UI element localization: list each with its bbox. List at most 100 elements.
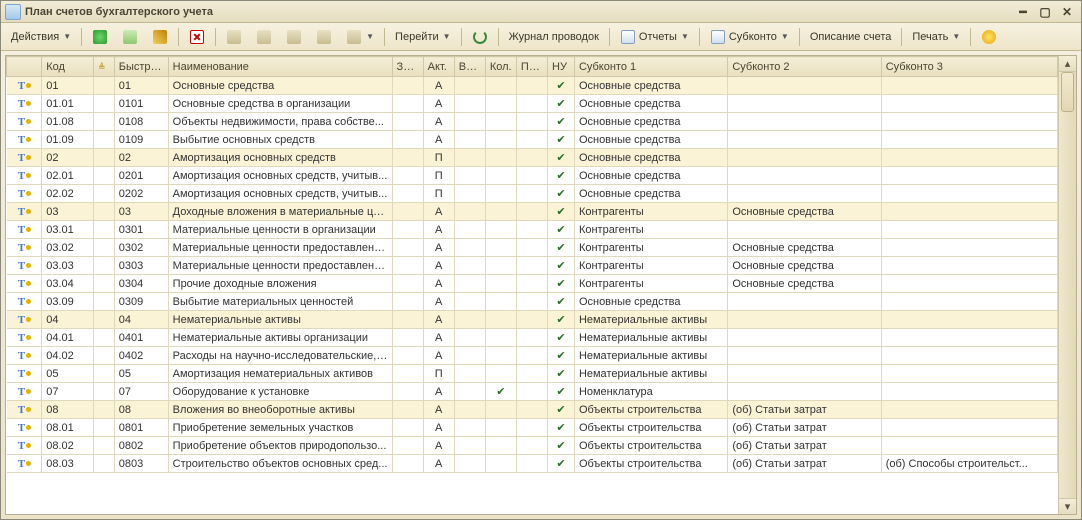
separator: [901, 28, 902, 46]
cell-zab: [392, 221, 423, 239]
cell-fast: 01: [114, 77, 168, 95]
cell-fast: 03: [114, 203, 168, 221]
account-type-icon: T: [18, 332, 30, 344]
table-row[interactable]: T0202Амортизация основных средствП✔Основ…: [7, 149, 1058, 167]
move-button[interactable]: [220, 26, 248, 48]
cell-fast: 0802: [114, 437, 168, 455]
cell-kol: [485, 347, 516, 365]
col-val[interactable]: Вал.: [454, 57, 485, 77]
hierarchy-button[interactable]: [250, 26, 278, 48]
scroll-up-arrow[interactable]: ▴: [1059, 56, 1076, 72]
edit-button[interactable]: [146, 26, 174, 48]
col-sort[interactable]: ≜: [94, 57, 115, 77]
cell-subkonto3: [881, 77, 1057, 95]
cell-subkonto3: [881, 257, 1057, 275]
print-menu[interactable]: Печать ▼: [906, 26, 966, 48]
col-subkonto1[interactable]: Субконто 1: [574, 57, 727, 77]
col-po[interactable]: По...: [516, 57, 547, 77]
cell-subkonto2: [728, 167, 881, 185]
filter-button[interactable]: [280, 26, 308, 48]
table-row[interactable]: T08.010801Приобретение земельных участко…: [7, 419, 1058, 437]
cell-nu: ✔: [548, 185, 575, 203]
cell-zab: [392, 203, 423, 221]
col-fast[interactable]: Быстрый...: [114, 57, 168, 77]
cell-fast: 0108: [114, 113, 168, 131]
table-row[interactable]: T02.020202Амортизация основных средств, …: [7, 185, 1058, 203]
table-row[interactable]: T03.020302Материальные ценности предоста…: [7, 239, 1058, 257]
cell-subkonto3: [881, 149, 1057, 167]
filter-off-button[interactable]: [310, 26, 338, 48]
journal-button[interactable]: Журнал проводок: [503, 26, 605, 48]
cell-nu: ✔: [548, 419, 575, 437]
cell-act: П: [423, 167, 454, 185]
cell-type-icon: T: [7, 383, 42, 401]
table-row[interactable]: T04.010401Нематериальные активы организа…: [7, 329, 1058, 347]
table-row[interactable]: T0505Амортизация нематериальных активовП…: [7, 365, 1058, 383]
cell-subkonto1: Объекты строительства: [574, 419, 727, 437]
table-row[interactable]: T03.040304Прочие доходные вложенияА✔Конт…: [7, 275, 1058, 293]
filter-menu-button[interactable]: ▼: [340, 26, 380, 48]
cell-po: [516, 95, 547, 113]
cell-act: А: [423, 383, 454, 401]
cell-subkonto2: (об) Статьи затрат: [728, 419, 881, 437]
cell-sort: [94, 149, 115, 167]
cell-subkonto3: [881, 275, 1057, 293]
scroll-track[interactable]: [1059, 72, 1076, 498]
table-row[interactable]: T02.010201Амортизация основных средств, …: [7, 167, 1058, 185]
col-name[interactable]: Наименование: [168, 57, 392, 77]
add-button[interactable]: [86, 26, 114, 48]
col-type-icon[interactable]: [7, 57, 42, 77]
vertical-scrollbar[interactable]: ▴ ▾: [1058, 56, 1076, 514]
table-row[interactable]: T03.030303Материальные ценности предоста…: [7, 257, 1058, 275]
cell-code: 08.02: [42, 437, 94, 455]
table-row[interactable]: T04.020402Расходы на научно-исследовател…: [7, 347, 1058, 365]
refresh-button[interactable]: [466, 26, 494, 48]
cell-code: 04.01: [42, 329, 94, 347]
table-row[interactable]: T08.020802Приобретение объектов природоп…: [7, 437, 1058, 455]
cell-kol: [485, 203, 516, 221]
table-row[interactable]: T0404Нематериальные активыА✔Нематериальн…: [7, 311, 1058, 329]
scroll-down-arrow[interactable]: ▾: [1059, 498, 1076, 514]
cell-nu: ✔: [548, 149, 575, 167]
scroll-thumb[interactable]: [1061, 72, 1074, 112]
close-button[interactable]: ✕: [1057, 4, 1077, 20]
delete-button[interactable]: [183, 26, 211, 48]
add-folder-button[interactable]: [116, 26, 144, 48]
maximize-button[interactable]: ▢: [1035, 4, 1055, 20]
cell-subkonto1: Основные средства: [574, 77, 727, 95]
table-row[interactable]: T01.090109Выбытие основных средствА✔Осно…: [7, 131, 1058, 149]
col-act[interactable]: Акт.: [423, 57, 454, 77]
cell-val: [454, 401, 485, 419]
table-row[interactable]: T03.010301Материальные ценности в органи…: [7, 221, 1058, 239]
help-button[interactable]: [975, 26, 1003, 48]
cell-sort: [94, 437, 115, 455]
table-row[interactable]: T01.080108Объекты недвижимости, права со…: [7, 113, 1058, 131]
subkonto-menu[interactable]: Субконто ▼: [704, 26, 795, 48]
goto-menu[interactable]: Перейти ▼: [389, 26, 457, 48]
col-nu[interactable]: НУ: [548, 57, 575, 77]
cell-act: П: [423, 185, 454, 203]
actions-menu[interactable]: Действия ▼: [5, 26, 77, 48]
table-row[interactable]: T0707Оборудование к установкеА✔✔Номенкла…: [7, 383, 1058, 401]
reports-menu[interactable]: Отчеты ▼: [614, 26, 695, 48]
cell-subkonto3: [881, 311, 1057, 329]
description-button[interactable]: Описание счета: [804, 26, 898, 48]
col-code[interactable]: Код: [42, 57, 94, 77]
table-row[interactable]: T08.030803Строительство объектов основны…: [7, 455, 1058, 473]
cell-code: 08.03: [42, 455, 94, 473]
minimize-button[interactable]: ━: [1013, 4, 1033, 20]
col-subkonto2[interactable]: Субконто 2: [728, 57, 881, 77]
table-row[interactable]: T03.090309Выбытие материальных ценностей…: [7, 293, 1058, 311]
account-type-icon: T: [18, 404, 30, 416]
table-row[interactable]: T0303Доходные вложения в материальные це…: [7, 203, 1058, 221]
table-row[interactable]: T0101Основные средстваА✔Основные средств…: [7, 77, 1058, 95]
col-kol[interactable]: Кол.: [485, 57, 516, 77]
grid-scroll[interactable]: Код ≜ Быстрый... Наименование Заб. Акт. …: [6, 56, 1058, 514]
separator: [461, 28, 462, 46]
col-subkonto3[interactable]: Субконто 3: [881, 57, 1057, 77]
cell-code: 05: [42, 365, 94, 383]
funnel-clear-icon: [317, 30, 331, 44]
table-row[interactable]: T01.010101Основные средства в организаци…: [7, 95, 1058, 113]
table-row[interactable]: T0808Вложения во внеоборотные активыА✔Об…: [7, 401, 1058, 419]
col-zab[interactable]: Заб.: [392, 57, 423, 77]
